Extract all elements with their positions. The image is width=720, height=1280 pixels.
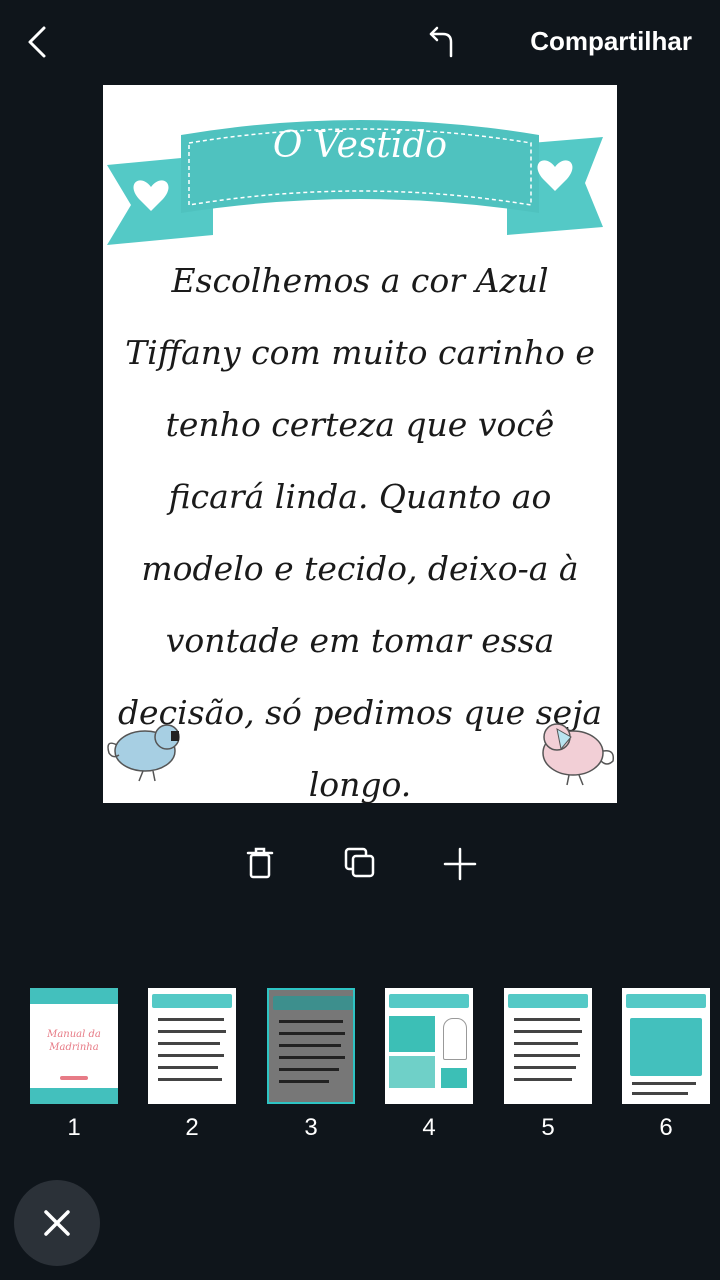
thumbnail-image [622,988,710,1104]
plus-icon [443,847,477,881]
copy-icon [344,847,375,878]
top-bar: Compartilhar [0,0,720,84]
thumbnail-page-4[interactable]: 4 [385,988,473,1141]
duplicate-page-button[interactable] [336,840,384,888]
share-button[interactable]: Compartilhar [530,26,692,57]
thumbnail-number: 2 [185,1114,199,1141]
thumbnail-image: Manual da Madrinha [30,988,118,1104]
banner-title: O Vestido [272,125,448,166]
chevron-left-icon [28,26,46,58]
ribbon-banner [107,120,603,245]
thumbnail-image [385,988,473,1104]
thumbnail-page-5[interactable]: 5 [504,988,592,1141]
delete-page-button[interactable] [236,840,284,888]
add-page-button[interactable] [436,840,484,888]
thumbnail-number: 3 [304,1114,318,1141]
close-icon [44,1210,70,1236]
design-page[interactable]: O Vestido Escolhemos a cor Azul Tiffany … [103,85,617,803]
thumbnail-number: 6 [659,1114,673,1141]
close-button[interactable] [14,1180,100,1266]
thumbnail-number: 4 [422,1114,436,1141]
thumbnail-image [504,988,592,1104]
blue-bird-illustration [107,724,180,782]
thumbnail-page-6[interactable]: 6 [622,988,710,1141]
pink-bird-illustration [542,723,615,786]
thumbnail-number: 5 [541,1114,555,1141]
thumbnail-page-2[interactable]: 2 [148,988,236,1141]
thumbnail-number: 1 [67,1114,81,1141]
thumbnail-title: Manual da Madrinha [47,1029,101,1053]
undo-button[interactable] [425,22,465,62]
thumbnail-image [148,988,236,1104]
thumbnail-image [267,988,355,1104]
trash-icon [246,847,274,879]
undo-icon [429,26,453,58]
thumbnail-page-3[interactable]: 3 [267,988,355,1141]
back-button[interactable] [20,22,60,62]
page-thumbnails: Manual da Madrinha 1 2 3 4 5 6 [0,988,720,1148]
page-tools [0,840,720,890]
thumbnail-page-1[interactable]: Manual da Madrinha 1 [30,988,118,1141]
